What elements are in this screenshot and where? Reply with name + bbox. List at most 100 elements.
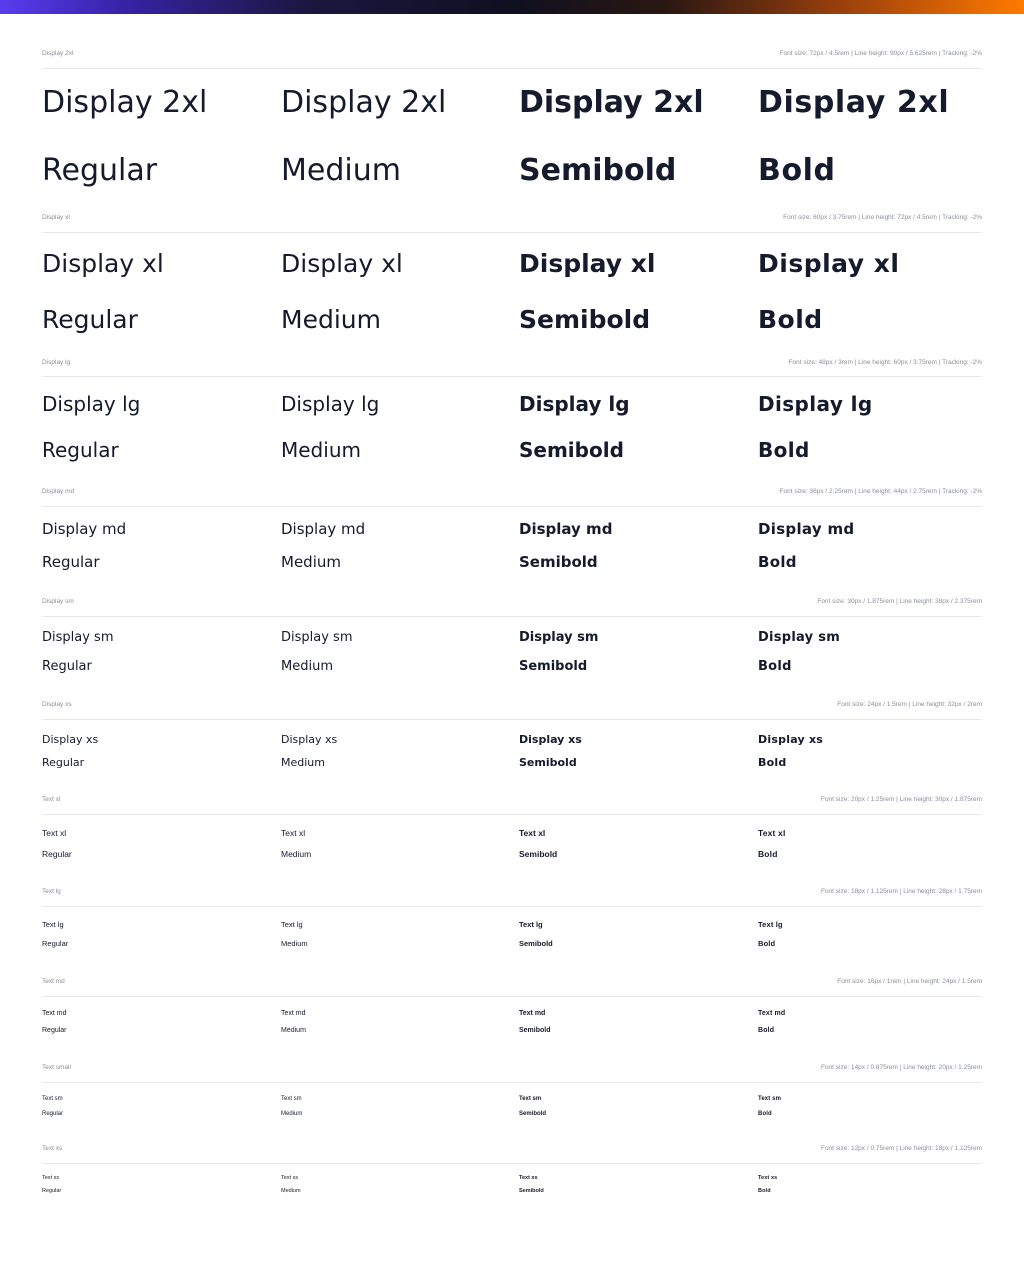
sample-weight-label: Regular	[42, 756, 85, 769]
sample-title: Display lg	[758, 392, 873, 416]
sample-weight-label: Regular	[42, 153, 158, 188]
section-divider	[42, 616, 982, 617]
sample-title: Text md	[281, 1010, 306, 1017]
sample-weight-label: Regular	[42, 1027, 67, 1034]
section-name: Display 2xl	[42, 50, 74, 57]
sample-title: Display xl	[519, 249, 656, 278]
section-spec: Font size: 16px / 1rem | Line height: 24…	[837, 978, 982, 985]
section-meta: Text lg Font size: 18px / 1.125rem | Line…	[42, 888, 982, 902]
sample-title: Display xs	[281, 733, 338, 746]
sample-weight-label: Bold	[758, 659, 792, 674]
sample-weight-label: Bold	[758, 939, 776, 948]
sample-title: Text xs	[758, 1175, 778, 1181]
sample-title: Text sm	[281, 1096, 302, 1102]
sample-title: Text lg	[758, 920, 783, 929]
sample-title: Display xs	[519, 733, 582, 746]
sample-weight-label: Semibold	[519, 1188, 544, 1194]
sample-weight-label: Bold	[758, 305, 823, 334]
sample-title: Display 2xl	[42, 85, 208, 120]
sample-weight-label: Medium	[281, 438, 361, 462]
section-spec: Font size: 60px / 3.75rem | Line height:…	[783, 214, 982, 221]
sample-weight-label: Medium	[281, 939, 308, 948]
type-section-text-lg: Text lg Font size: 18px / 1.125rem | Line…	[42, 888, 982, 947]
section-name: Display sm	[42, 598, 74, 605]
sample-title: Display xl	[281, 249, 403, 278]
sample-title: Display sm	[519, 630, 599, 645]
section-name: Text xs	[42, 1145, 63, 1152]
sample-title: Display 2xl	[758, 85, 950, 120]
sample-weight-label: Medium	[281, 153, 401, 188]
sample-weight-label: Medium	[281, 849, 312, 859]
sample-weight-label: Regular	[42, 553, 100, 571]
section-divider	[42, 506, 982, 507]
sample-weight-label: Bold	[758, 756, 787, 769]
section-name: Text xl	[42, 796, 61, 803]
section-name: Display md	[42, 488, 75, 495]
sample-weight-label: Regular	[42, 659, 92, 674]
sample-weight-label: Semibold	[519, 305, 651, 334]
sample-weight-label: Semibold	[519, 1111, 547, 1117]
sample-title: Text lg	[42, 920, 64, 929]
section-spec: Font size: 24px / 1.5rem | Line height: …	[837, 701, 982, 708]
header-gradient-bar	[0, 0, 1024, 14]
type-section-display-lg: Display lg Font size: 48px / 3rem | Line …	[42, 359, 982, 460]
type-section-text-small: Text small Font size: 14px / 0.875rem | L…	[42, 1064, 982, 1117]
sample-title: Text xl	[281, 828, 306, 838]
section-name: Text md	[42, 978, 65, 985]
section-meta: Display lg Font size: 48px / 3rem | Line …	[42, 359, 982, 373]
section-name: Display lg	[42, 359, 71, 366]
section-spec: Font size: 48px / 3rem | Line height: 60…	[788, 359, 982, 366]
type-section-text-xs: Text xs Font size: 12px / 0.75rem | Line …	[42, 1145, 982, 1194]
section-divider	[42, 719, 982, 720]
section-spec: Font size: 20px / 1.25rem | Line height:…	[820, 796, 982, 803]
sample-title: Text md	[42, 1010, 67, 1017]
sample-weight-label: Medium	[281, 659, 333, 674]
sample-title: Text sm	[758, 1096, 782, 1102]
sample-weight-label: Medium	[281, 1027, 306, 1034]
type-section-display-md: Display md Font size: 36px / 2.25rem | Li…	[42, 488, 982, 570]
section-divider	[42, 996, 982, 997]
sample-title: Text lg	[519, 920, 543, 929]
sample-title: Display lg	[281, 392, 380, 416]
sample-weight-label: Bold	[758, 438, 810, 462]
section-divider	[42, 1082, 982, 1083]
sample-title: Text lg	[281, 920, 303, 929]
sample-weight-label: Semibold	[519, 153, 677, 188]
section-name: Display xs	[42, 701, 72, 708]
section-spec: Font size: 18px / 1.125rem | Line height…	[820, 888, 982, 895]
sample-title: Text xl	[758, 828, 786, 838]
sample-weight-label: Medium	[281, 1111, 303, 1117]
sample-weight-label: Bold	[758, 1027, 775, 1034]
sample-title: Text xs	[42, 1175, 60, 1181]
sample-title: Display xl	[758, 249, 900, 278]
sample-weight-label: Semibold	[519, 939, 553, 948]
sample-weight-label: Medium	[281, 1188, 301, 1194]
sample-weight-label: Medium	[281, 756, 325, 769]
sample-title: Display sm	[281, 630, 353, 645]
type-section-text-xl: Text xl Font size: 20px / 1.25rem | Line …	[42, 796, 982, 858]
section-divider	[42, 232, 982, 233]
sample-title: Display xs	[42, 733, 99, 746]
sample-weight-label: Regular	[42, 1111, 64, 1117]
sample-weight-label: Semibold	[519, 756, 577, 769]
sample-title: Text xl	[42, 828, 67, 838]
sample-weight-label: Regular	[42, 438, 119, 462]
section-divider	[42, 376, 982, 377]
type-section-display-sm: Display sm Font size: 30px / 1.875rem | L…	[42, 598, 982, 673]
sample-title: Text md	[758, 1010, 786, 1017]
section-name: Text lg	[42, 888, 61, 895]
sample-weight-label: Medium	[281, 553, 341, 571]
type-section-display-2xl: Display 2xl Font size: 72px / 4.5rem | Li…	[42, 50, 982, 186]
sample-title: Display xl	[42, 249, 164, 278]
section-meta: Text md Font size: 16px / 1rem | Line hei…	[42, 978, 982, 992]
sample-title: Text md	[519, 1010, 546, 1017]
section-spec: Font size: 12px / 0.75rem | Line height:…	[820, 1145, 982, 1152]
sample-title: Display lg	[42, 392, 141, 416]
section-spec: Font size: 36px / 2.25rem | Line height:…	[779, 488, 982, 495]
sample-title: Display md	[758, 520, 855, 538]
section-meta: Text xl Font size: 20px / 1.25rem | Line …	[42, 796, 982, 810]
section-meta: Display xs Font size: 24px / 1.5rem | Lin…	[42, 701, 982, 715]
sample-weight-label: Bold	[758, 849, 778, 859]
section-divider	[42, 906, 982, 907]
type-section-display-xs: Display xs Font size: 24px / 1.5rem | Lin…	[42, 701, 982, 768]
